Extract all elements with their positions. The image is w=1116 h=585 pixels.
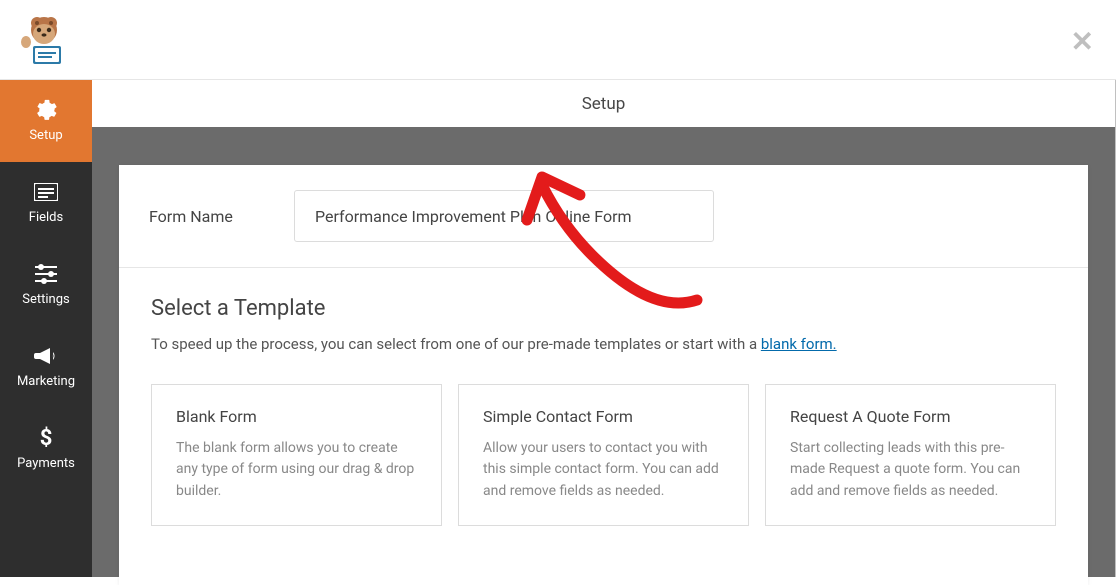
card-desc: Allow your users to contact you with thi… [483, 438, 724, 503]
section-description: To speed up the process, you can select … [151, 333, 1056, 356]
sidebar-item-label: Settings [22, 292, 69, 307]
blank-form-link[interactable]: blank form. [761, 335, 837, 353]
template-card-quote[interactable]: Request A Quote Form Start collecting le… [765, 384, 1056, 526]
form-name-input[interactable] [294, 190, 714, 242]
gear-icon [33, 99, 59, 121]
card-title: Simple Contact Form [483, 407, 724, 426]
template-card-contact[interactable]: Simple Contact Form Allow your users to … [458, 384, 749, 526]
sliders-icon [33, 263, 59, 285]
form-name-row: Form Name [119, 165, 1088, 268]
sidebar-tab-fields[interactable]: Fields [0, 162, 92, 244]
template-section: Select a Template To speed up the proces… [119, 268, 1088, 554]
sidebar-tab-setup[interactable]: Setup [0, 80, 92, 162]
card-title: Blank Form [176, 407, 417, 426]
svg-text:$: $ [40, 426, 53, 450]
main-area: Setup Form Name Select a Template To spe… [92, 80, 1116, 577]
card-desc: The blank form allows you to create any … [176, 438, 417, 503]
sidebar-tab-marketing[interactable]: Marketing [0, 326, 92, 408]
section-title: Select a Template [151, 296, 1056, 321]
card-desc: Start collecting leads with this pre-mad… [790, 438, 1031, 503]
template-grid: Blank Form The blank form allows you to … [151, 384, 1056, 526]
sidebar-tab-settings[interactable]: Settings [0, 244, 92, 326]
top-bar: ✕ [0, 0, 1116, 80]
page-title: Setup [92, 80, 1115, 127]
sidebar-item-label: Payments [17, 456, 75, 471]
close-icon[interactable]: ✕ [1071, 25, 1094, 58]
form-name-label: Form Name [149, 207, 254, 226]
desc-text: To speed up the process, you can select … [151, 335, 761, 353]
sidebar-item-label: Setup [29, 128, 62, 143]
sidebar: Setup Fields Settings Marketing $ Paymen… [0, 80, 92, 577]
sidebar-tab-payments[interactable]: $ Payments [0, 408, 92, 490]
bullhorn-icon [33, 345, 59, 367]
wpforms-logo [16, 12, 72, 68]
template-card-blank[interactable]: Blank Form The blank form allows you to … [151, 384, 442, 526]
sidebar-item-label: Marketing [17, 374, 75, 389]
card-title: Request A Quote Form [790, 407, 1031, 426]
dollar-icon: $ [33, 427, 59, 449]
sidebar-item-label: Fields [29, 210, 63, 225]
setup-panel: Form Name Select a Template To speed up … [119, 165, 1088, 585]
list-icon [33, 181, 59, 203]
